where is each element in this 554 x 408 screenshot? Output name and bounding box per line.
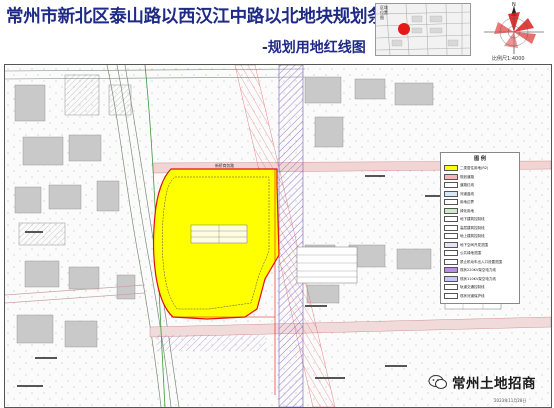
legend-label: 禁止机动车出入口设置范围 <box>460 259 502 264</box>
legend-label: 高层建筑控制线 <box>460 225 485 230</box>
legend-item: 绿化用地 <box>444 207 518 214</box>
legend-label: 二类居住用地(R2) <box>460 166 489 170</box>
legend-label: 轨道交通控制线 <box>460 285 485 289</box>
legend-item: 轨道交通控制线 <box>444 284 518 290</box>
legend-item: 地下空间开发范围 <box>444 241 518 248</box>
date-stamp: 2023年11月28日 <box>494 398 527 403</box>
legend-swatch <box>444 199 458 205</box>
legend-title: 图 例 <box>474 156 486 162</box>
legend-swatch <box>444 190 458 197</box>
legend-label: 规划道路 <box>460 174 474 179</box>
legend-swatch <box>444 250 458 256</box>
legend-item: 地上建筑控制线 <box>444 233 518 239</box>
legend-swatch <box>444 284 458 290</box>
legend-label: 地下建筑控制线 <box>460 217 485 221</box>
compass-wind-rose: N <box>478 2 550 54</box>
keymap-graphic <box>376 4 470 55</box>
legend-swatch <box>444 267 458 273</box>
legend-swatch <box>444 258 458 265</box>
legend-label: 道路红线 <box>460 183 474 187</box>
legend-label: 现状河道保护线 <box>460 293 485 298</box>
legend-item: 河道蓝线 <box>444 190 518 197</box>
legend-swatch <box>444 207 458 214</box>
svg-text:N: N <box>512 2 516 8</box>
page-title: 常州市新北区泰山路以西汉江中路以北地块规划条件附图2 <box>6 7 448 27</box>
legend-item: 二类居住用地(R2) <box>444 165 518 171</box>
legend-item: 现状110KV架空电力线 <box>444 275 518 282</box>
watermark: 常州土地招商 <box>428 372 536 392</box>
legend-item: 公共绿地范围 <box>444 250 518 256</box>
legend-swatch <box>444 275 458 282</box>
legend-label: 公共绿地范围 <box>460 251 481 255</box>
page-subtitle: -规划用地红线图 <box>262 40 366 56</box>
legend-item: 高层建筑控制线 <box>444 224 518 231</box>
legend-label: 现状220KV架空电力线 <box>460 268 496 272</box>
legend-label: 河道蓝线 <box>460 191 474 196</box>
legend-swatch <box>444 292 458 299</box>
legend-swatch <box>444 233 458 239</box>
legend-item: 规划道路 <box>444 173 518 180</box>
legend-swatch <box>444 241 458 248</box>
legend-swatch <box>444 165 458 171</box>
wechat-icon <box>428 374 448 390</box>
map-legend: 图 例 二类居住用地(R2) 规划道路道路红线河道蓝线用地边界绿化用地地下建筑控制… <box>440 152 520 304</box>
legend-label: 现状110KV架空电力线 <box>460 276 496 281</box>
legend-item: 禁止机动车出入口设置范围 <box>444 258 518 265</box>
legend-item: 用地边界 <box>444 199 518 205</box>
legend-label: 绿化用地 <box>460 208 474 213</box>
plot-data-table <box>190 224 248 244</box>
watermark-text: 常州土地招商 <box>452 376 536 392</box>
legend-swatch <box>444 216 458 222</box>
legend-label: 地上建筑控制线 <box>460 234 485 238</box>
legend-item: 现状220KV架空电力线 <box>444 267 518 273</box>
road-label: 新桥商务路 <box>215 163 234 168</box>
legend-swatch <box>444 173 458 180</box>
location-keymap <box>375 3 471 56</box>
legend-swatch <box>444 182 458 188</box>
legend-item: 地下建筑控制线 <box>444 216 518 222</box>
north-arrow-icon: N <box>484 2 544 54</box>
legend-item: 道路红线 <box>444 182 518 188</box>
scale-label: 比例尺1:4000 <box>492 56 525 62</box>
keymap-label: 区域位置图 <box>380 5 388 20</box>
legend-item: 现状河道保护线 <box>444 292 518 299</box>
legend-label: 地下空间开发范围 <box>460 242 488 247</box>
legend-label: 用地边界 <box>460 200 474 204</box>
legend-swatch <box>444 224 458 231</box>
